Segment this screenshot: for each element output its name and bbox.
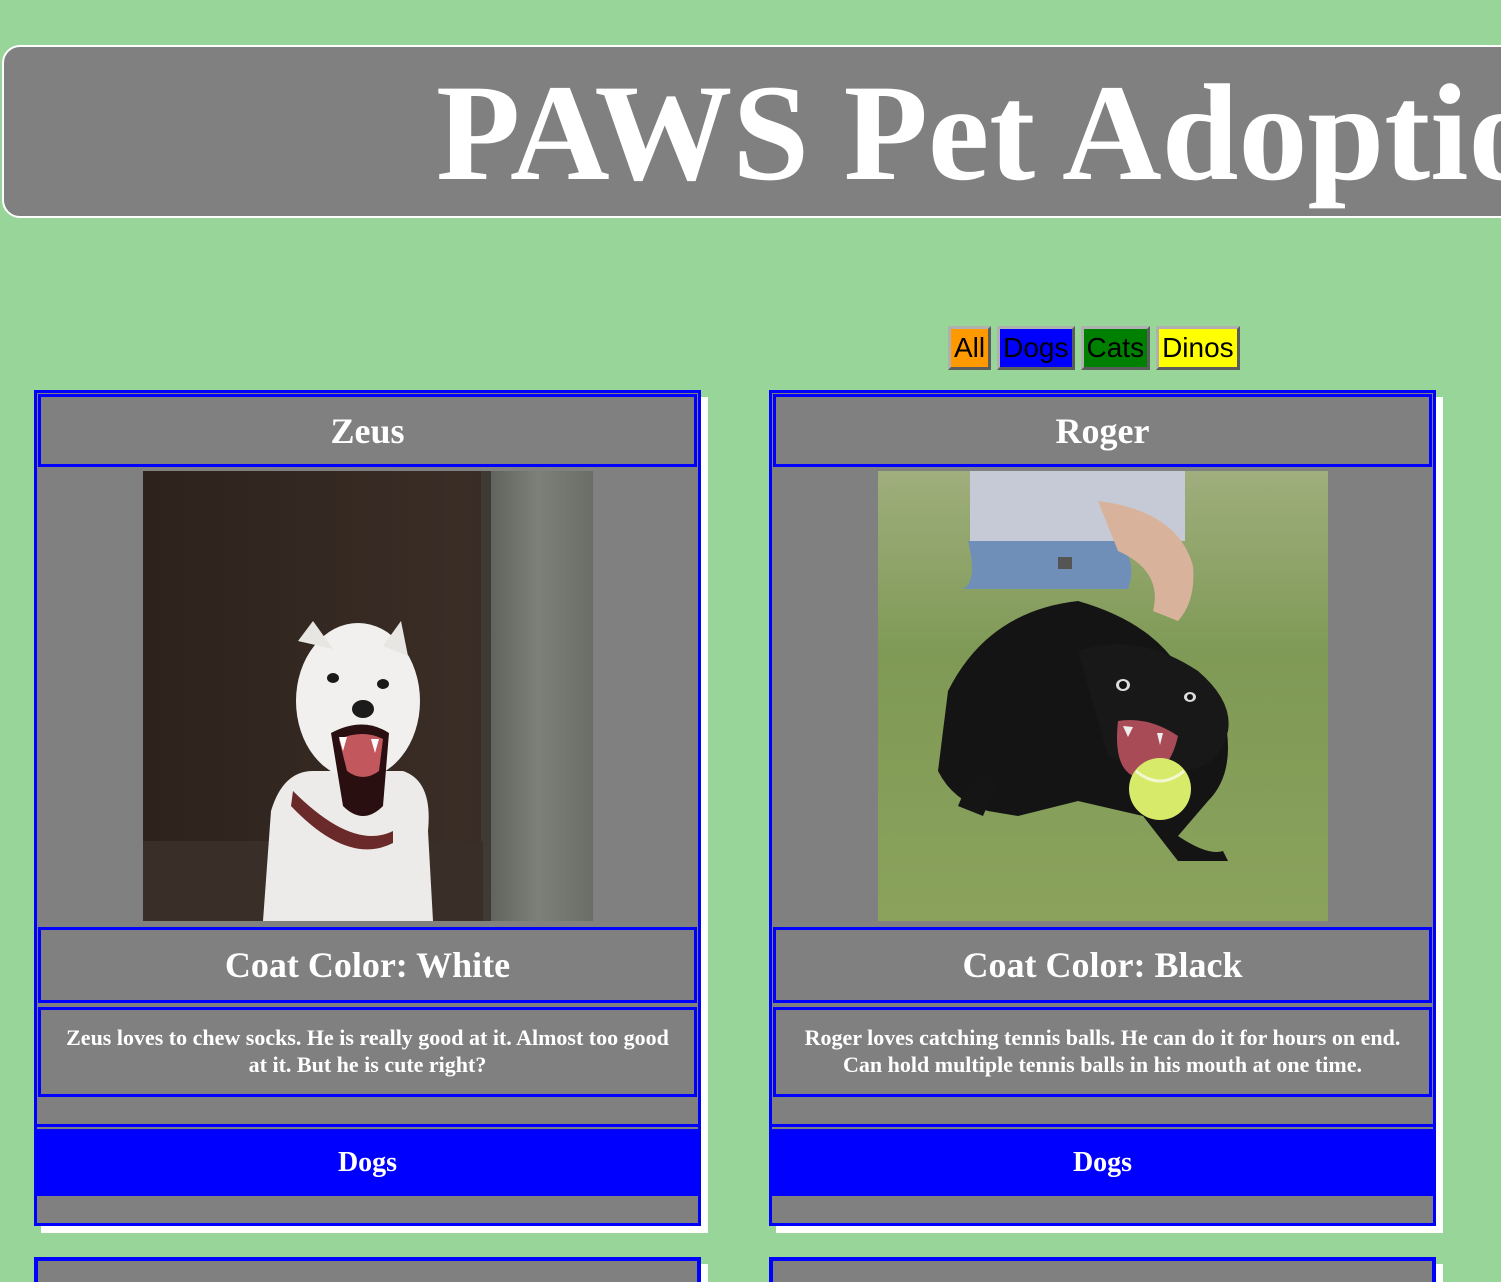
category-filter-bar: All Dogs Cats Dinos xyxy=(948,326,1240,370)
pet-photo-roger xyxy=(878,471,1328,921)
filter-all-button[interactable]: All xyxy=(948,326,992,370)
card-divider xyxy=(37,1097,698,1127)
page: PAWS Pet Adoption All Dogs Cats Dinos Ze… xyxy=(0,0,1501,1282)
pet-coat-color: Coat Color: Black xyxy=(773,927,1432,1003)
pet-description: Roger loves catching tennis balls. He ca… xyxy=(773,1007,1432,1097)
pet-description: Zeus loves to chew socks. He is really g… xyxy=(38,1007,697,1097)
pet-coat-color: Coat Color: White xyxy=(38,927,697,1003)
filter-dinos-button[interactable]: Dinos xyxy=(1156,326,1240,370)
pet-card-partial xyxy=(34,1257,701,1282)
site-title: PAWS Pet Adoption xyxy=(436,56,1501,209)
card-footer xyxy=(772,1196,1433,1223)
pet-category-dogs-button[interactable]: Dogs xyxy=(34,1129,701,1196)
filter-dogs-button[interactable]: Dogs xyxy=(997,326,1075,370)
card-divider xyxy=(772,1097,1433,1127)
site-header: PAWS Pet Adoption xyxy=(2,45,1501,218)
pet-card-partial xyxy=(769,1257,1436,1282)
pet-card-zeus: Zeus Coat Color: White Zeus loves to che… xyxy=(34,390,701,1226)
white-dog-photo xyxy=(143,471,593,921)
black-dog-photo xyxy=(878,471,1328,921)
pet-category-dogs-button[interactable]: Dogs xyxy=(769,1129,1436,1196)
pet-name: Zeus xyxy=(38,394,697,467)
card-footer xyxy=(37,1196,698,1223)
filter-cats-button[interactable]: Cats xyxy=(1080,326,1151,370)
pet-name: Roger xyxy=(773,394,1432,467)
pet-photo-zeus xyxy=(143,471,593,921)
pet-card-roger: Roger Coat Color: Black Roger loves catc… xyxy=(769,390,1436,1226)
